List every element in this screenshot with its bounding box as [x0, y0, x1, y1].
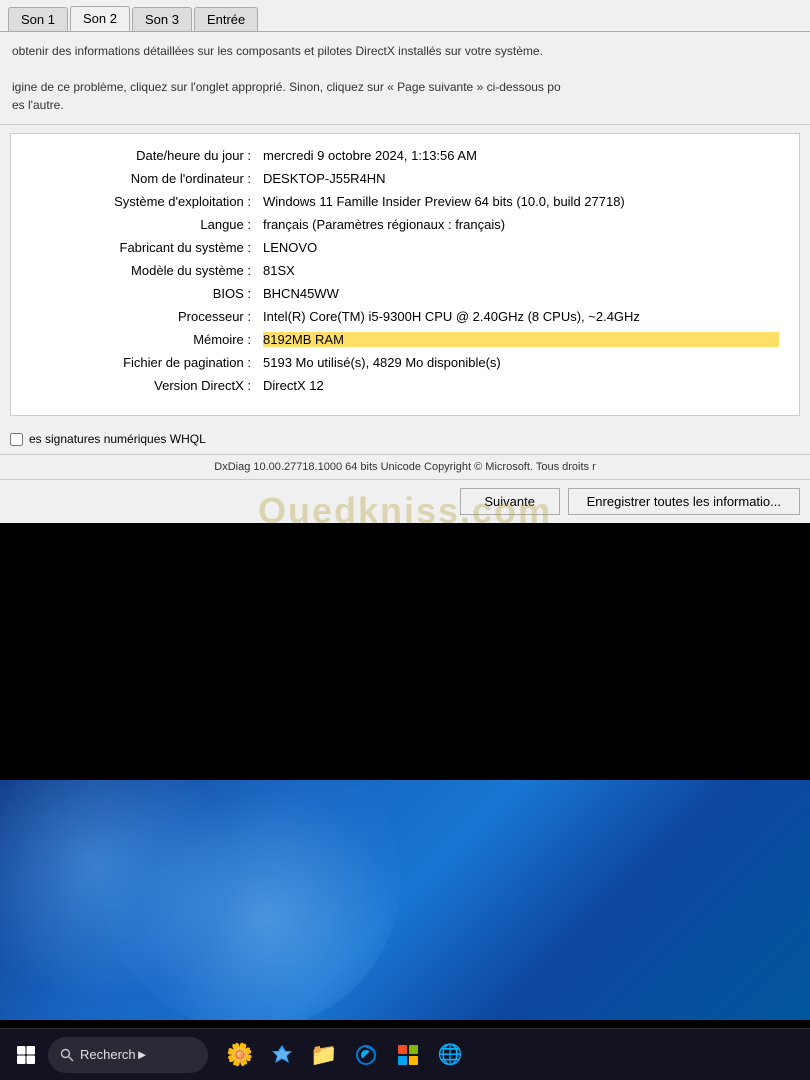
date-label: Date/heure du jour : — [31, 148, 251, 163]
search-text: Recherch► — [80, 1047, 149, 1062]
lang-row: Langue : français (Paramètres régionaux … — [31, 217, 779, 232]
description-area: obtenir des informations détaillées sur … — [0, 32, 810, 125]
tab-son2[interactable]: Son 2 — [70, 6, 130, 31]
edge-logo-icon — [354, 1043, 378, 1067]
model-row: Modèle du système : 81SX — [31, 263, 779, 278]
footer-text: DxDiag 10.00.27718.1000 64 bits Unicode … — [214, 461, 596, 473]
store-logo-icon — [396, 1043, 420, 1067]
whql-checkbox[interactable] — [10, 433, 23, 446]
memory-row: Mémoire : 8192MB RAM — [31, 332, 779, 347]
date-row: Date/heure du jour : mercredi 9 octobre … — [31, 148, 779, 163]
model-value: 81SX — [263, 263, 779, 278]
taskbar: Recherch► 🌼 📁 — [0, 1028, 810, 1080]
whql-label: es signatures numériques WHQL — [29, 432, 206, 446]
lang-label: Langue : — [31, 217, 251, 232]
bios-value: BHCN45WW — [263, 286, 779, 301]
button-row: Suivante Enregistrer toutes les informat… — [0, 479, 810, 523]
widgets-icon[interactable]: 🌼 — [220, 1035, 260, 1075]
directx-value: DirectX 12 — [263, 378, 779, 393]
edge-icon[interactable] — [346, 1035, 386, 1075]
manufacturer-row: Fabricant du système : LENOVO — [31, 240, 779, 255]
microsoft-store-icon[interactable] — [388, 1035, 428, 1075]
copilot-icon[interactable] — [262, 1035, 302, 1075]
date-value: mercredi 9 octobre 2024, 1:13:56 AM — [263, 148, 779, 163]
lang-value: français (Paramètres régionaux : françai… — [263, 217, 779, 232]
model-label: Modèle du système : — [31, 263, 251, 278]
start-button[interactable] — [8, 1037, 44, 1073]
bios-label: BIOS : — [31, 286, 251, 301]
next-button[interactable]: Suivante — [460, 488, 560, 515]
manufacturer-value: LENOVO — [263, 240, 779, 255]
directx-row: Version DirectX : DirectX 12 — [31, 378, 779, 393]
description-line2: igine de ce problème, cliquez sur l'ongl… — [12, 78, 798, 96]
app-icon[interactable]: 🌐 — [430, 1035, 470, 1075]
description-line3: es l'autre. — [12, 96, 798, 114]
file-explorer-icon[interactable]: 📁 — [304, 1035, 344, 1075]
copilot-logo-icon — [270, 1043, 294, 1067]
pagefile-row: Fichier de pagination : 5193 Mo utilisé(… — [31, 355, 779, 370]
info-panel: Date/heure du jour : mercredi 9 octobre … — [10, 133, 800, 416]
processor-label: Processeur : — [31, 309, 251, 324]
os-value: Windows 11 Famille Insider Preview 64 bi… — [263, 194, 779, 209]
memory-value: 8192MB RAM — [263, 332, 779, 347]
description-line1: obtenir des informations détaillées sur … — [12, 42, 798, 60]
computer-label: Nom de l'ordinateur : — [31, 171, 251, 186]
bios-row: BIOS : BHCN45WW — [31, 286, 779, 301]
manufacturer-label: Fabricant du système : — [31, 240, 251, 255]
pagefile-label: Fichier de pagination : — [31, 355, 251, 370]
tab-bar: Son 1 Son 2 Son 3 Entrée — [0, 0, 810, 32]
directx-label: Version DirectX : — [31, 378, 251, 393]
desktop-background — [0, 780, 810, 1020]
computer-row: Nom de l'ordinateur : DESKTOP-J55R4HN — [31, 171, 779, 186]
processor-row: Processeur : Intel(R) Core(TM) i5-9300H … — [31, 309, 779, 324]
taskbar-search[interactable]: Recherch► — [48, 1037, 208, 1073]
tab-son1[interactable]: Son 1 — [8, 7, 68, 31]
dxdiag-window: Son 1 Son 2 Son 3 Entrée obtenir des inf… — [0, 0, 810, 523]
checkbox-area: es signatures numériques WHQL — [0, 424, 810, 454]
save-button[interactable]: Enregistrer toutes les informatio... — [568, 488, 800, 515]
search-icon — [60, 1048, 74, 1062]
processor-value: Intel(R) Core(TM) i5-9300H CPU @ 2.40GHz… — [263, 309, 779, 324]
footer-bar: DxDiag 10.00.27718.1000 64 bits Unicode … — [0, 454, 810, 479]
os-label: Système d'exploitation : — [31, 194, 251, 209]
taskbar-icons: 🌼 📁 — [220, 1035, 470, 1075]
pagefile-value: 5193 Mo utilisé(s), 4829 Mo disponible(s… — [263, 355, 779, 370]
memory-label: Mémoire : — [31, 332, 251, 347]
os-row: Système d'exploitation : Windows 11 Fami… — [31, 194, 779, 209]
tab-son3[interactable]: Son 3 — [132, 7, 192, 31]
computer-value: DESKTOP-J55R4HN — [263, 171, 779, 186]
tab-entree[interactable]: Entrée — [194, 7, 258, 31]
windows-logo-icon — [16, 1045, 36, 1065]
